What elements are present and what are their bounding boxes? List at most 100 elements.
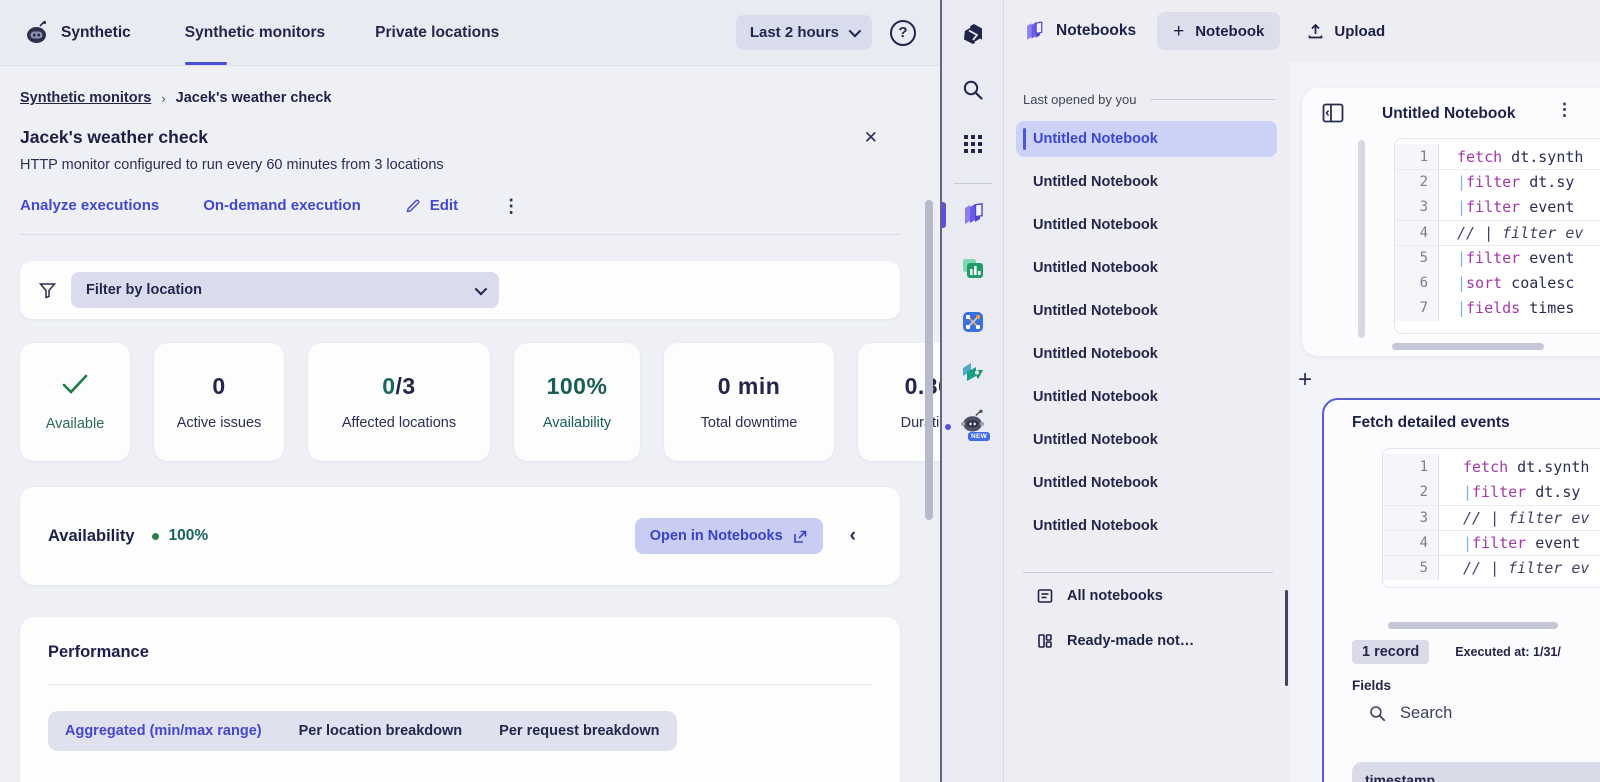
workflows-app-icon[interactable] xyxy=(959,308,987,336)
notebook-list-item[interactable]: Untitled Notebook xyxy=(1016,250,1277,286)
open-in-new-icon xyxy=(793,529,808,544)
timeframe-label: Last 2 hours xyxy=(750,24,839,41)
notebook-list-item[interactable]: Untitled Notebook xyxy=(1016,121,1277,157)
dashboards-app-icon[interactable] xyxy=(959,254,987,282)
open-in-notebooks-label: Open in Notebooks xyxy=(650,528,783,544)
vertical-scrollbar[interactable] xyxy=(925,200,933,520)
code-line[interactable]: 3// | filter ev xyxy=(1383,505,1600,530)
code-line[interactable]: 3| filter event xyxy=(1395,195,1600,220)
page-title: Jacek's weather check xyxy=(20,127,208,148)
breadcrumb-link[interactable]: Synthetic monitors xyxy=(20,90,151,106)
code-line[interactable]: 6| sort coalesc xyxy=(1395,270,1600,295)
notebook-list-item[interactable]: Untitled Notebook xyxy=(1016,293,1277,329)
notebook-title[interactable]: Untitled Notebook xyxy=(1382,105,1515,123)
upload-label: Upload xyxy=(1334,23,1385,40)
performance-section: Performance Aggregated (min/max range) Pe… xyxy=(20,617,900,782)
stat-card-affected-locations: 0/3Affected locations xyxy=(308,343,490,461)
app-name: Synthetic xyxy=(61,24,131,42)
code-line[interactable]: 5| filter event xyxy=(1395,245,1600,270)
analyze-executions-button[interactable]: Analyze executions xyxy=(20,197,159,214)
more-options-kebab[interactable]: ⋮ xyxy=(502,199,520,213)
notebook-content: Untitled Notebook ⋮ 1fetch dt.synth2| fi… xyxy=(1290,62,1600,782)
app-grid-icon[interactable] xyxy=(959,130,987,158)
filter-placeholder: Filter by location xyxy=(86,282,202,298)
ready-made-label: Ready-made not… xyxy=(1067,633,1194,649)
document-list-icon xyxy=(1036,587,1054,605)
open-in-notebooks-button[interactable]: Open in Notebooks xyxy=(635,518,823,554)
filter-bar: Filter by location xyxy=(20,261,900,319)
performance-title: Performance xyxy=(48,643,872,662)
perf-tab[interactable]: Per location breakdown xyxy=(299,723,463,739)
new-notebook-label: Notebook xyxy=(1195,23,1264,40)
synthetic-content: Synthetic monitors › Jacek's weather che… xyxy=(0,90,940,782)
notebook-list-item[interactable]: Untitled Notebook xyxy=(1016,336,1277,372)
collapse-sidebar-icon[interactable] xyxy=(1322,103,1344,128)
perf-tab[interactable]: Per request breakdown xyxy=(499,723,659,739)
synthetic-header: Synthetic Synthetic monitors Private loca… xyxy=(0,0,940,66)
new-badge: NEW xyxy=(968,432,990,441)
collapse-chevron[interactable]: ‹ xyxy=(850,525,856,547)
notebook-list-item[interactable]: Untitled Notebook xyxy=(1016,164,1277,200)
add-section-button[interactable]: + xyxy=(1298,368,1312,392)
horizontal-scrollbar[interactable] xyxy=(1388,622,1558,629)
close-icon[interactable]: ✕ xyxy=(864,128,878,148)
stat-card-total-downtime: 0 minTotal downtime xyxy=(664,343,834,461)
new-notebook-button[interactable]: + Notebook xyxy=(1157,12,1280,50)
clouds-app-icon[interactable] xyxy=(959,358,987,386)
upload-button[interactable]: Upload xyxy=(1307,23,1385,40)
notebook-list: Untitled Notebook Untitled Notebook Untitl… xyxy=(1016,121,1277,544)
availability-value: 100% xyxy=(169,527,209,545)
notebooks-app-icon[interactable] xyxy=(959,200,987,228)
notebook-kebab-menu[interactable]: ⋮ xyxy=(1556,100,1573,120)
record-count-badge: 1 record xyxy=(1352,640,1429,664)
ready-made-notebooks-item[interactable]: Ready-made not… xyxy=(1016,618,1277,663)
horizontal-scrollbar[interactable] xyxy=(1392,343,1544,350)
dql-editor[interactable]: 1fetch dt.synth2| filter dt.sy3// | filt… xyxy=(1382,448,1600,588)
search-icon xyxy=(1368,704,1387,723)
help-button[interactable]: ? xyxy=(890,20,916,46)
code-line[interactable]: 2| filter dt.sy xyxy=(1395,169,1600,194)
code-line[interactable]: 1fetch dt.synth xyxy=(1395,144,1600,169)
code-line[interactable]: 4| filter event xyxy=(1383,530,1600,555)
tab-private-locations[interactable]: Private locations xyxy=(375,24,499,42)
timeframe-selector[interactable]: Last 2 hours xyxy=(736,15,872,50)
stat-card-availability: 100%Availability xyxy=(514,343,640,461)
code-line[interactable]: 1fetch dt.synth xyxy=(1383,454,1600,479)
all-notebooks-item[interactable]: All notebooks xyxy=(1016,573,1277,618)
perf-tab[interactable]: Aggregated (min/max range) xyxy=(65,723,262,739)
edit-label: Edit xyxy=(430,197,458,214)
sidebar-scrollbar[interactable] xyxy=(1285,590,1288,686)
code-line[interactable]: 7| fields times xyxy=(1395,296,1600,321)
executed-at-text: Executed at: 1/31/ xyxy=(1455,645,1561,659)
section-title[interactable]: Fetch detailed events xyxy=(1352,414,1510,432)
filter-icon xyxy=(38,281,57,300)
fields-search-input[interactable]: Search xyxy=(1368,704,1452,723)
filter-by-location-dropdown[interactable]: Filter by location xyxy=(71,272,499,308)
code-line[interactable]: 5// | filter ev xyxy=(1383,555,1600,580)
edit-button[interactable]: Edit xyxy=(405,197,458,214)
code-line[interactable]: 4// | filter ev xyxy=(1395,220,1600,245)
notebook-list-item[interactable]: Untitled Notebook xyxy=(1016,508,1277,544)
availability-section: Availability 100% Open in Notebooks ‹ xyxy=(20,487,900,585)
code-line[interactable]: 2| filter dt.sy xyxy=(1383,479,1600,504)
stat-card-active-issues: 0Active issues xyxy=(154,343,284,461)
section-gutter-handle[interactable] xyxy=(1358,140,1365,338)
dynatrace-logo-icon[interactable] xyxy=(959,20,987,48)
on-demand-execution-button[interactable]: On-demand execution xyxy=(203,197,361,214)
notebook-list-item[interactable]: Untitled Notebook xyxy=(1016,465,1277,501)
notebooks-region: Notebooks + Notebook Upload Last opened … xyxy=(1005,0,1600,782)
search-icon[interactable] xyxy=(959,76,987,104)
notebook-list-item[interactable]: Untitled Notebook xyxy=(1016,422,1277,458)
availability-title: Availability xyxy=(48,527,135,546)
field-row-timestamp[interactable]: timestamp xyxy=(1352,762,1600,782)
notebook-list-item[interactable]: Untitled Notebook xyxy=(1016,207,1277,243)
all-notebooks-label: All notebooks xyxy=(1067,588,1163,604)
rail-active-indicator xyxy=(942,202,946,228)
notebook-list-item[interactable]: Untitled Notebook xyxy=(1016,379,1277,415)
tab-synthetic-monitors[interactable]: Synthetic monitors xyxy=(185,24,325,42)
breadcrumb-separator: › xyxy=(161,91,165,106)
notebooks-sidebar: Last opened by you Untitled NotebookUnti… xyxy=(1005,62,1290,782)
notebook-document-card: Untitled Notebook ⋮ 1fetch dt.synth2| fi… xyxy=(1302,88,1600,356)
sidebar-section-label: Last opened by you xyxy=(1016,92,1277,107)
dql-editor[interactable]: 1fetch dt.synth2| filter dt.sy3| filter … xyxy=(1394,138,1600,334)
